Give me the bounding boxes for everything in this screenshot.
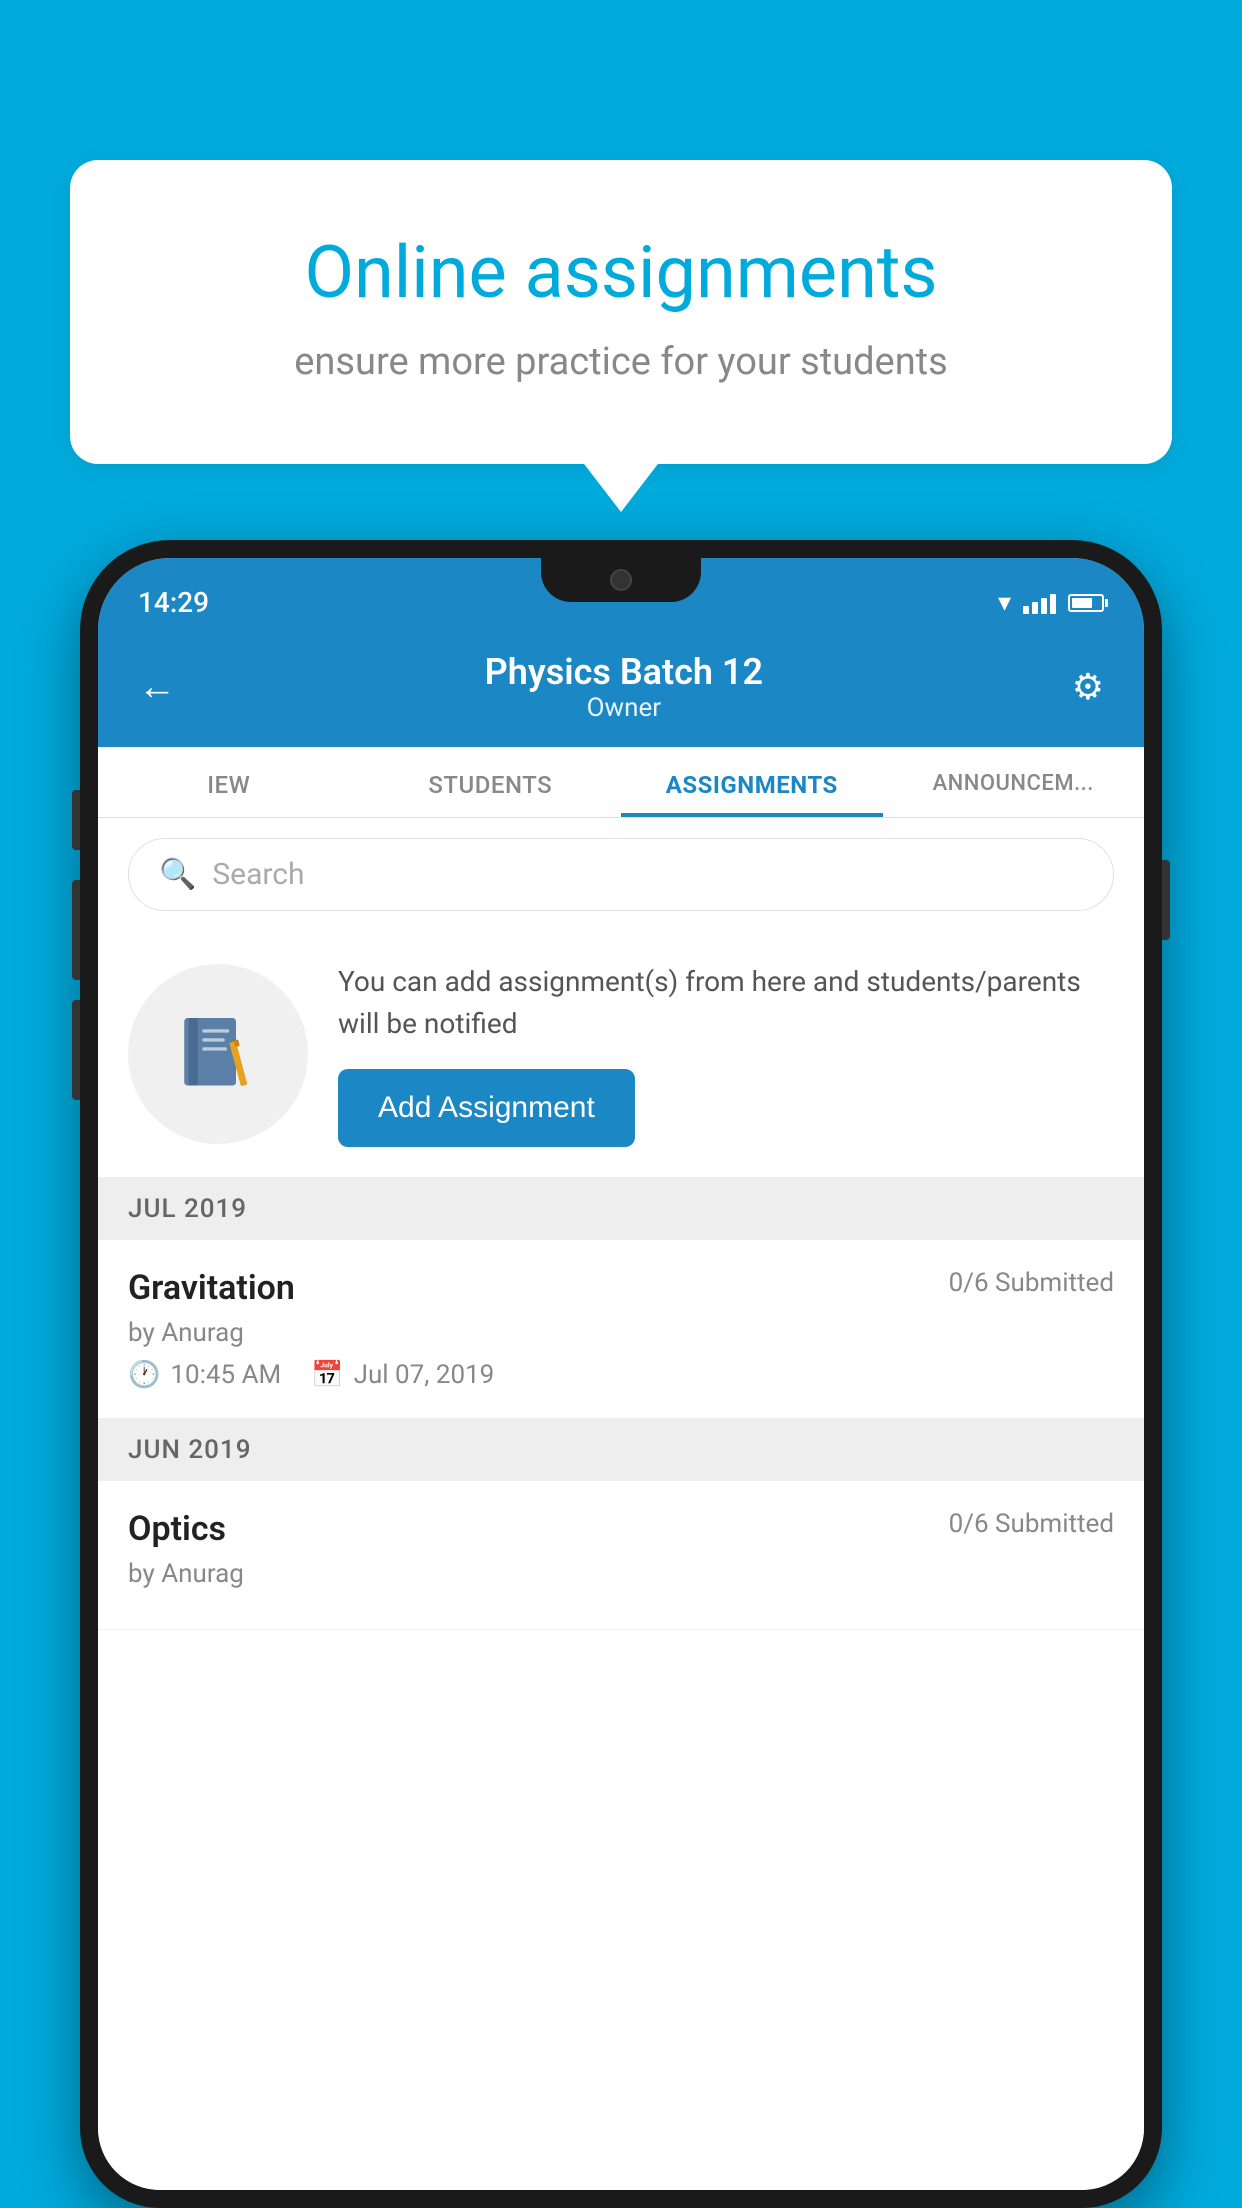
notebook-icon [173, 1009, 263, 1099]
calendar-icon: 📅 [311, 1360, 343, 1390]
section-header-jul: JUL 2019 [98, 1178, 1144, 1240]
volume-up-button [72, 790, 80, 850]
clock-icon: 🕐 [128, 1360, 160, 1390]
search-bar-container: 🔍 Search [98, 818, 1144, 931]
promo-icon-circle [128, 964, 308, 1144]
section-header-jun: JUN 2019 [98, 1419, 1144, 1481]
bubble-title: Online assignments [150, 230, 1092, 316]
power-button [1162, 860, 1170, 940]
add-assignment-button[interactable]: Add Assignment [338, 1069, 635, 1147]
tab-iew[interactable]: IEW [98, 747, 360, 817]
add-assignment-promo: You can add assignment(s) from here and … [98, 931, 1144, 1178]
assignment-item-gravitation[interactable]: Gravitation 0/6 Submitted by Anurag 🕐 10… [98, 1240, 1144, 1419]
signal-bars-icon [1023, 592, 1056, 614]
assignment-name: Gravitation [128, 1268, 295, 1308]
assignment-item-optics[interactable]: Optics 0/6 Submitted by Anurag [98, 1481, 1144, 1630]
tab-assignments[interactable]: ASSIGNMENTS [621, 747, 883, 817]
search-placeholder: Search [212, 857, 304, 892]
promo-text: You can add assignment(s) from here and … [338, 961, 1114, 1045]
optics-status: 0/6 Submitted [949, 1509, 1114, 1539]
volume-down-button [72, 880, 80, 980]
assignment-top-row: Gravitation 0/6 Submitted [128, 1268, 1114, 1308]
phone-outer: 14:29 ▾ ← Phys [80, 540, 1162, 2208]
batch-title: Physics Batch 12 [485, 651, 763, 693]
status-icons: ▾ [998, 588, 1104, 618]
phone-container: 14:29 ▾ ← Phys [80, 540, 1162, 2208]
owner-label: Owner [485, 693, 763, 723]
front-camera [610, 569, 632, 591]
search-icon: 🔍 [159, 857, 196, 892]
speech-bubble-container: Online assignments ensure more practice … [70, 160, 1172, 464]
search-bar[interactable]: 🔍 Search [128, 838, 1114, 911]
back-button[interactable]: ← [138, 665, 176, 709]
assignment-top-row-optics: Optics 0/6 Submitted [128, 1509, 1114, 1549]
phone-screen: 14:29 ▾ ← Phys [98, 558, 1144, 2190]
assignment-meta: 🕐 10:45 AM 📅 Jul 07, 2019 [128, 1360, 1114, 1390]
tab-students[interactable]: STUDENTS [360, 747, 622, 817]
tabs-bar: IEW STUDENTS ASSIGNMENTS ANNOUNCEM... [98, 747, 1144, 818]
optics-by: by Anurag [128, 1559, 1114, 1589]
assignment-by: by Anurag [128, 1318, 1114, 1348]
promo-content: You can add assignment(s) from here and … [338, 961, 1114, 1147]
assignment-time: 10:45 AM [170, 1360, 281, 1390]
bubble-subtitle: ensure more practice for your students [150, 340, 1092, 384]
speech-bubble: Online assignments ensure more practice … [70, 160, 1172, 464]
meta-time: 🕐 10:45 AM [128, 1360, 281, 1390]
status-time: 14:29 [138, 586, 209, 619]
content-area: 🔍 Search [98, 818, 1144, 2190]
silent-button [72, 1000, 80, 1100]
app-header: ← Physics Batch 12 Owner ⚙ [98, 631, 1144, 747]
assignment-date: Jul 07, 2019 [354, 1360, 495, 1390]
phone-notch [541, 558, 701, 602]
tab-announcements[interactable]: ANNOUNCEM... [883, 747, 1145, 817]
assignment-status: 0/6 Submitted [949, 1268, 1114, 1298]
settings-button[interactable]: ⚙ [1072, 666, 1104, 708]
optics-name: Optics [128, 1509, 226, 1549]
wifi-icon: ▾ [998, 588, 1011, 618]
meta-date: 📅 Jul 07, 2019 [311, 1360, 494, 1390]
header-title-group: Physics Batch 12 Owner [485, 651, 763, 723]
battery-icon [1068, 594, 1104, 612]
